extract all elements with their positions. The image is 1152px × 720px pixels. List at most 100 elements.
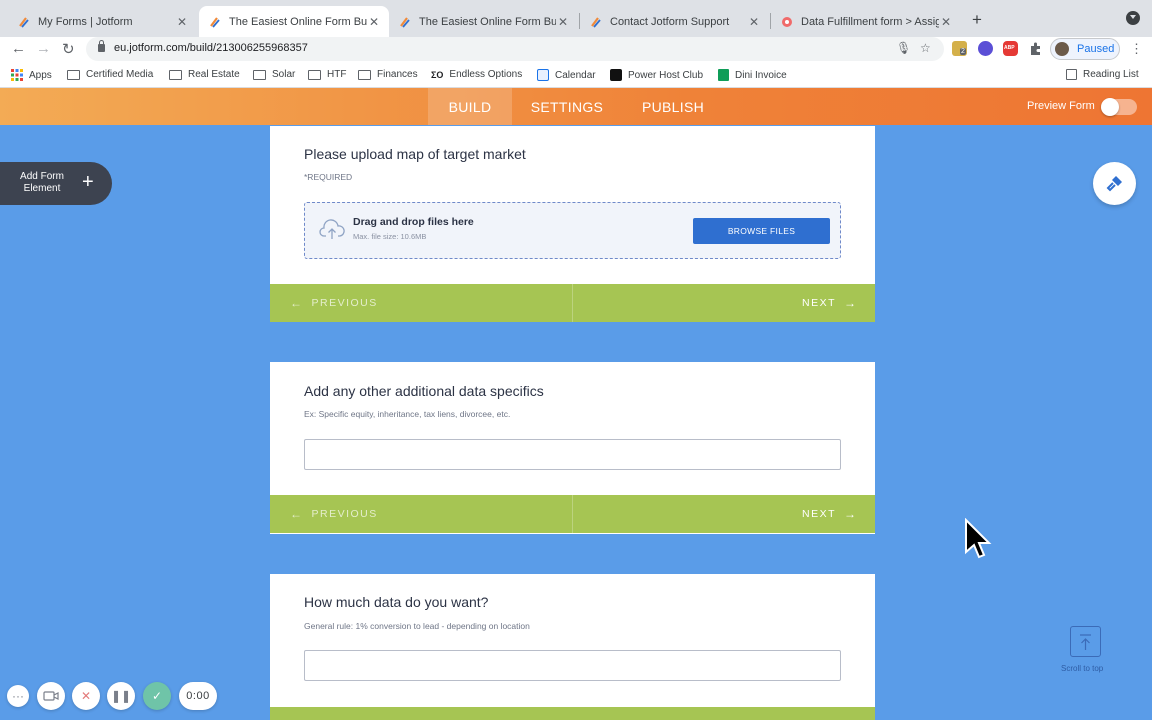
apps-grid-icon: [11, 69, 23, 81]
bookmark-calendar[interactable]: Calendar: [537, 69, 596, 81]
folder-icon: [308, 69, 321, 80]
preview-form-label: Preview Form: [1027, 100, 1095, 112]
tab-title: Data Fulfillment form > Assign: [801, 15, 939, 28]
bookmark-label: Calendar: [555, 69, 596, 81]
mouse-cursor-icon: [965, 518, 992, 559]
preview-form-toggle[interactable]: [1101, 98, 1137, 116]
bookmark-endless-options[interactable]: ΣO Endless Options: [431, 69, 522, 80]
question-card-data-specifics: Add any other additional data specifics …: [270, 362, 875, 534]
folder-icon: [358, 69, 371, 80]
camera-off-icon: [43, 691, 59, 701]
file-dropzone[interactable]: Drag and drop files here Max. file size:…: [304, 202, 841, 259]
browser-toolbar: ← → ↻ eu.jotform.com/build/2130062559683…: [0, 37, 1152, 63]
reading-list-icon: [1066, 69, 1077, 80]
tab-build[interactable]: BUILD: [428, 88, 512, 125]
profile-status: Paused: [1077, 43, 1115, 55]
page-navigation-bar: [270, 707, 875, 720]
tab-title: My Forms | Jotform: [38, 15, 133, 28]
arrow-left-icon: ←: [290, 296, 304, 310]
bookmark-htf[interactable]: HTF: [308, 69, 346, 80]
bookmark-finances[interactable]: Finances: [358, 69, 418, 80]
previous-label: PREVIOUS: [311, 508, 378, 520]
bookmark-solar[interactable]: Solar: [253, 69, 295, 80]
extensions-puzzle-icon[interactable]: [1028, 41, 1043, 56]
previous-button[interactable]: ← PREVIOUS: [290, 507, 378, 521]
forward-arrow-icon[interactable]: →: [36, 40, 51, 57]
recorder-camera-button[interactable]: [37, 682, 65, 710]
arrow-right-icon: →: [844, 296, 858, 310]
tab-contact-support[interactable]: Contact Jotform Support ✕: [580, 6, 769, 37]
next-label: NEXT: [802, 297, 837, 309]
form-designer-button[interactable]: [1093, 162, 1136, 205]
data-specifics-input[interactable]: [304, 439, 841, 470]
bookmark-label: Certified Media: [86, 69, 154, 80]
adblock-icon[interactable]: ABP: [1003, 41, 1018, 56]
dropzone-title: Drag and drop files here: [353, 216, 474, 228]
new-tab-plus-icon[interactable]: +: [972, 10, 982, 30]
close-icon[interactable]: ✕: [939, 15, 953, 29]
more-vertical-icon[interactable]: ⋮: [1130, 41, 1143, 57]
tab-data-fulfillment[interactable]: Data Fulfillment form > Assign ✕: [771, 6, 961, 37]
question-title[interactable]: How much data do you want?: [304, 594, 488, 610]
required-label: *REQUIRED: [304, 172, 353, 182]
form-builder-header: BUILD SETTINGS PUBLISH Preview Form: [0, 88, 1152, 125]
tab-search-icon[interactable]: [1126, 11, 1140, 25]
bookmark-real-estate[interactable]: Real Estate: [169, 69, 240, 80]
microphone-icon[interactable]: 🎙: [896, 41, 911, 55]
close-icon[interactable]: ✕: [175, 15, 189, 29]
bookmark-power-host-club[interactable]: Power Host Club: [610, 69, 703, 81]
cloud-upload-icon: [319, 219, 345, 239]
adblock-label: ABP: [1004, 45, 1015, 51]
recorder-pause-button[interactable]: ❚❚: [107, 682, 135, 710]
browse-files-button[interactable]: BROWSE FILES: [693, 218, 830, 244]
question-card-data-amount: How much data do you want? General rule:…: [270, 574, 875, 720]
tab-settings[interactable]: SETTINGS: [520, 88, 614, 125]
bookmark-label: Finances: [377, 69, 418, 80]
tab-form-builder-active[interactable]: The Easiest Online Form Builde ✕: [199, 6, 389, 37]
jotform-favicon-icon: [19, 16, 29, 28]
bookmark-certified-media[interactable]: Certified Media: [67, 69, 153, 80]
next-button[interactable]: NEXT →: [802, 507, 858, 521]
reading-list-button[interactable]: Reading List: [1066, 69, 1139, 80]
recorder-more-button[interactable]: ···: [7, 685, 29, 707]
data-amount-input[interactable]: [304, 650, 841, 681]
previous-button[interactable]: ← PREVIOUS: [290, 296, 378, 310]
eo-icon: ΣO: [431, 69, 444, 80]
profile-paused-button[interactable]: Paused: [1050, 38, 1120, 60]
tab-publish[interactable]: PUBLISH: [632, 88, 714, 125]
close-icon[interactable]: ✕: [747, 15, 761, 29]
close-icon[interactable]: ✕: [367, 15, 381, 29]
recorder-delete-button[interactable]: ✕: [72, 682, 100, 710]
bookmark-apps[interactable]: Apps: [11, 69, 52, 81]
bookmark-dini-invoice[interactable]: Dini Invoice: [718, 69, 787, 81]
extension-flower-icon[interactable]: [978, 41, 993, 56]
question-card-upload: Please upload map of target market *REQU…: [270, 126, 875, 322]
question-title[interactable]: Please upload map of target market: [304, 146, 526, 162]
tab-form-builder[interactable]: The Easiest Online Form Builde ✕: [389, 6, 578, 37]
folder-icon: [253, 69, 266, 80]
extension-badge-count: 2: [960, 48, 966, 55]
add-form-element-button[interactable]: Add Form Element +: [0, 162, 112, 205]
question-sublabel: Ex: Specific equity, inheritance, tax li…: [304, 409, 511, 419]
scroll-to-top-button[interactable]: [1070, 626, 1101, 657]
recorder-finish-button[interactable]: ✓: [143, 682, 171, 710]
bookmark-star-icon[interactable]: ☆: [920, 41, 931, 55]
tab-my-forms[interactable]: My Forms | Jotform ✕: [8, 6, 197, 37]
nav-divider: [572, 495, 573, 533]
bookmark-label: Power Host Club: [628, 69, 704, 81]
reload-icon[interactable]: ↻: [62, 40, 75, 58]
browser-tab-strip: My Forms | Jotform ✕ The Easiest Online …: [0, 0, 1152, 37]
close-icon[interactable]: ✕: [556, 15, 570, 29]
back-arrow-icon[interactable]: ←: [11, 40, 26, 57]
question-title[interactable]: Add any other additional data specifics: [304, 383, 544, 399]
jotform-favicon-icon: [210, 16, 220, 28]
address-bar[interactable]: eu.jotform.com/build/213006255968357 🎙 ☆: [86, 37, 944, 61]
tab-title: The Easiest Online Form Builde: [229, 15, 367, 28]
jotform-favicon-icon: [591, 16, 601, 28]
sheets-icon: [718, 69, 729, 81]
next-button[interactable]: NEXT →: [802, 296, 858, 310]
extension-badge-icon[interactable]: 2: [952, 41, 967, 56]
arrow-right-icon: →: [844, 507, 858, 521]
plus-icon: +: [82, 171, 94, 193]
asana-favicon-icon: [782, 16, 792, 27]
